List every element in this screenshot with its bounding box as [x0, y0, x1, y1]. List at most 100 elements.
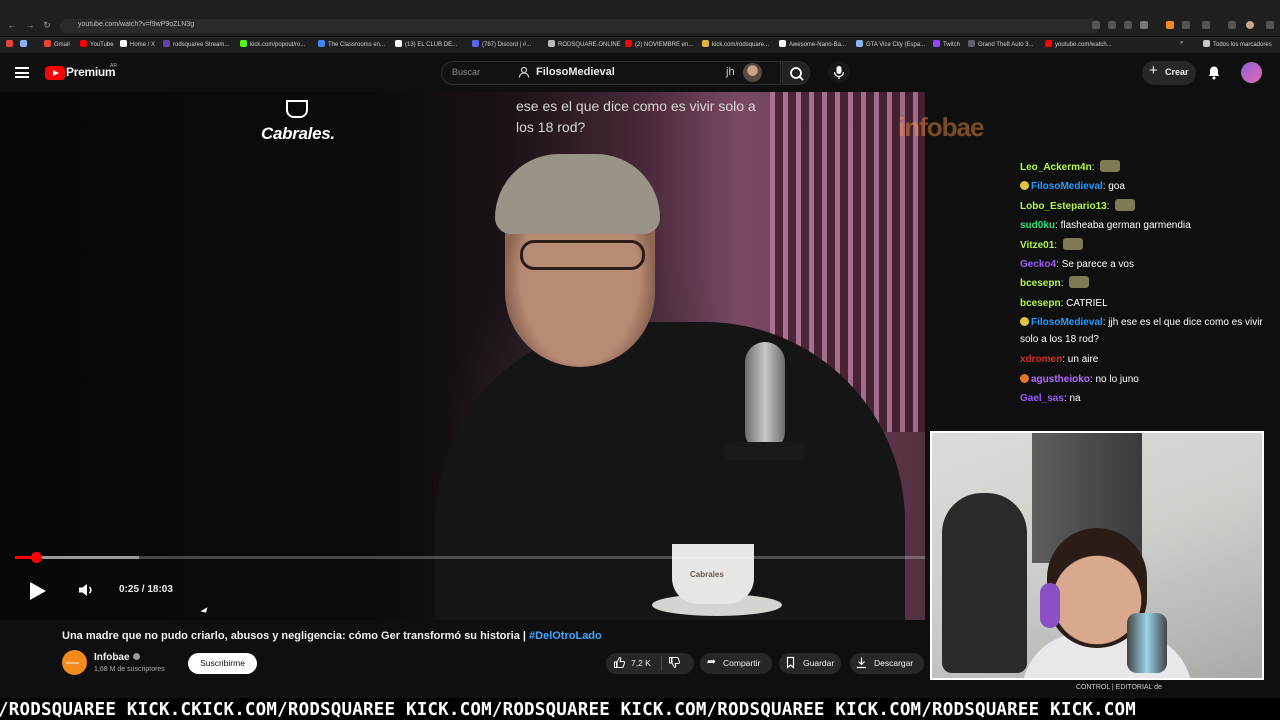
volume-icon[interactable] — [77, 582, 95, 598]
bookmark-item[interactable]: youtube.com/watch... — [1045, 40, 1112, 48]
chat-message: Gael_sas: na — [1020, 389, 1270, 408]
bookmark-favicon-icon — [318, 40, 325, 47]
search-button[interactable] — [782, 61, 810, 85]
video-player[interactable]: Cabrales — [0, 92, 925, 620]
search-icon — [790, 67, 804, 81]
bookmark-item[interactable]: The Classrooms en... — [318, 40, 385, 48]
chat-emote-icon — [1062, 237, 1083, 250]
country-code: AR — [110, 63, 117, 69]
account-avatar[interactable] — [1241, 62, 1262, 83]
share-label: Compartir — [723, 658, 761, 668]
youtube-logo-icon[interactable] — [45, 66, 65, 80]
chat-username: bcesepn — [1020, 297, 1061, 309]
translate-icon[interactable] — [1108, 21, 1116, 29]
bookmark-favicon-icon — [80, 40, 87, 47]
bookmark-favicon-icon — [395, 40, 402, 47]
bookmark-item[interactable]: Home / X — [120, 40, 155, 48]
forward-icon[interactable]: → — [24, 19, 36, 31]
bookmark-item[interactable]: Grand Theft Auto 3... — [968, 40, 1034, 48]
video-title-text: Una madre que no pudo criarlo, abusos y … — [62, 630, 530, 642]
cabrales-cup-icon — [286, 100, 308, 118]
menu-icon[interactable] — [15, 67, 29, 78]
chat-emote-icon — [1100, 160, 1121, 172]
chat-text: goa — [1108, 181, 1125, 193]
plus-icon: + — [1149, 62, 1158, 79]
bookmark-item[interactable]: Twitch — [933, 40, 960, 48]
bookmark-favicon-icon — [968, 40, 975, 47]
streamer-purple-hair — [1040, 583, 1060, 628]
chat-username: Gecko4 — [1020, 259, 1057, 271]
grid-icon[interactable] — [20, 40, 30, 48]
star-icon[interactable] — [1140, 21, 1148, 29]
guest-glasses — [520, 240, 645, 270]
bookmark-item[interactable]: Gmail — [44, 40, 70, 48]
streamer-webcam — [930, 431, 1264, 680]
progress-bar[interactable] — [15, 556, 925, 559]
chat-message: FilosoMedieval: jjh ese es el que dice c… — [1020, 314, 1270, 348]
search-avatar — [743, 63, 762, 82]
bookmark-item[interactable]: (2) NOVIEMBRE en... — [625, 40, 693, 48]
chat-username: sud0ku — [1020, 220, 1056, 232]
bookmark-item[interactable]: GTA Vice City (Espa... — [856, 40, 925, 48]
youtube-premium-logo[interactable]: Premium — [66, 65, 116, 79]
bookmark-item[interactable]: kick.com/rodsquare... — [702, 40, 769, 48]
bookmark-favicon-icon — [1045, 40, 1052, 47]
chat-emote-icon — [1115, 198, 1136, 211]
chat-badge-icon — [1020, 317, 1029, 327]
like-count[interactable]: 7,2 K — [631, 658, 651, 668]
voice-search-button[interactable] — [828, 61, 850, 83]
notifications-bell-icon[interactable] — [1207, 65, 1221, 80]
extensions-puzzle-icon[interactable] — [1202, 21, 1210, 29]
chat-message: FilosoMedieval: goa — [1020, 177, 1270, 196]
bookmark-item[interactable]: YouTube — [80, 40, 114, 48]
bookmark-favicon-icon — [702, 40, 709, 47]
browser-menu-icon[interactable] — [1266, 21, 1274, 29]
chat-text: un aire — [1067, 354, 1099, 366]
search-placeholder: Buscar — [452, 67, 481, 77]
chat-message: Vitze01: — [1020, 236, 1270, 255]
like-divider — [661, 656, 662, 671]
bookmark-item[interactable]: rodsquaree Stream... — [163, 40, 229, 48]
extension-icon[interactable] — [1182, 21, 1190, 29]
channel-name[interactable]: Infobae — [94, 652, 140, 663]
microphone-stand — [725, 442, 805, 460]
search-query-text: jh — [726, 66, 735, 78]
bookmarks-overflow-icon[interactable]: » — [1180, 40, 1183, 46]
zoom-icon[interactable] — [1092, 21, 1100, 29]
progress-scrubber[interactable] — [30, 552, 42, 563]
chat-message: Leo_Ackerm4n: — [1020, 158, 1270, 177]
chat-caption-overlay: ese es el que dice como es vivir solo a … — [516, 98, 756, 135]
cup-logo-text: Cabrales — [690, 570, 724, 579]
chat-username: Vitze01 — [1020, 239, 1055, 251]
bookmark-favicon-icon — [120, 40, 127, 47]
chat-message: bcesepn: — [1020, 274, 1270, 293]
apps-icon[interactable] — [6, 40, 16, 48]
bookmark-favicon-icon — [548, 40, 555, 47]
extension-icon[interactable] — [1166, 21, 1174, 29]
page: ← → ↻ youtube.com/watch?v=f9wP9oZLN3g Gm… — [0, 0, 1280, 720]
reading-list-icon[interactable] — [1228, 21, 1236, 29]
title-hashtag-link[interactable]: #DelOtroLado — [529, 630, 602, 642]
browser-profile-icon[interactable] — [1246, 21, 1254, 29]
bookmark-item[interactable]: RODSQUARE.ONLINE — [548, 40, 621, 48]
back-icon[interactable]: ← — [6, 19, 18, 31]
reload-icon[interactable]: ↻ — [41, 19, 53, 31]
bookmark-item[interactable]: kick.com/popout/ro... — [240, 40, 305, 48]
chat-text: flasheaba german garmendia — [1060, 220, 1191, 232]
bookmark-item[interactable]: Awesome-Nano-Ba... — [779, 40, 846, 48]
thumbs-down-icon[interactable] — [668, 656, 681, 669]
folder-icon — [1203, 40, 1210, 47]
address-bar[interactable] — [60, 19, 1100, 33]
chat-username: FilosoMedieval — [1031, 181, 1103, 193]
sponsor-logo: Cabrales. — [261, 124, 335, 143]
bookmark-item[interactable]: (13) EL CLUB DE... — [395, 40, 457, 48]
play-icon[interactable] — [30, 582, 46, 600]
subscribe-button[interactable]: Suscribirme — [188, 653, 257, 674]
download-icon — [855, 656, 868, 669]
channel-avatar-label: infobae — [66, 660, 80, 665]
studio-microphone — [745, 342, 785, 452]
share-page-icon[interactable] — [1124, 21, 1132, 29]
thumbs-up-icon[interactable] — [613, 656, 626, 669]
all-bookmarks-folder[interactable]: Todos los marcadores — [1203, 40, 1272, 48]
bookmark-item[interactable]: (787) Discord | #... — [472, 40, 531, 48]
